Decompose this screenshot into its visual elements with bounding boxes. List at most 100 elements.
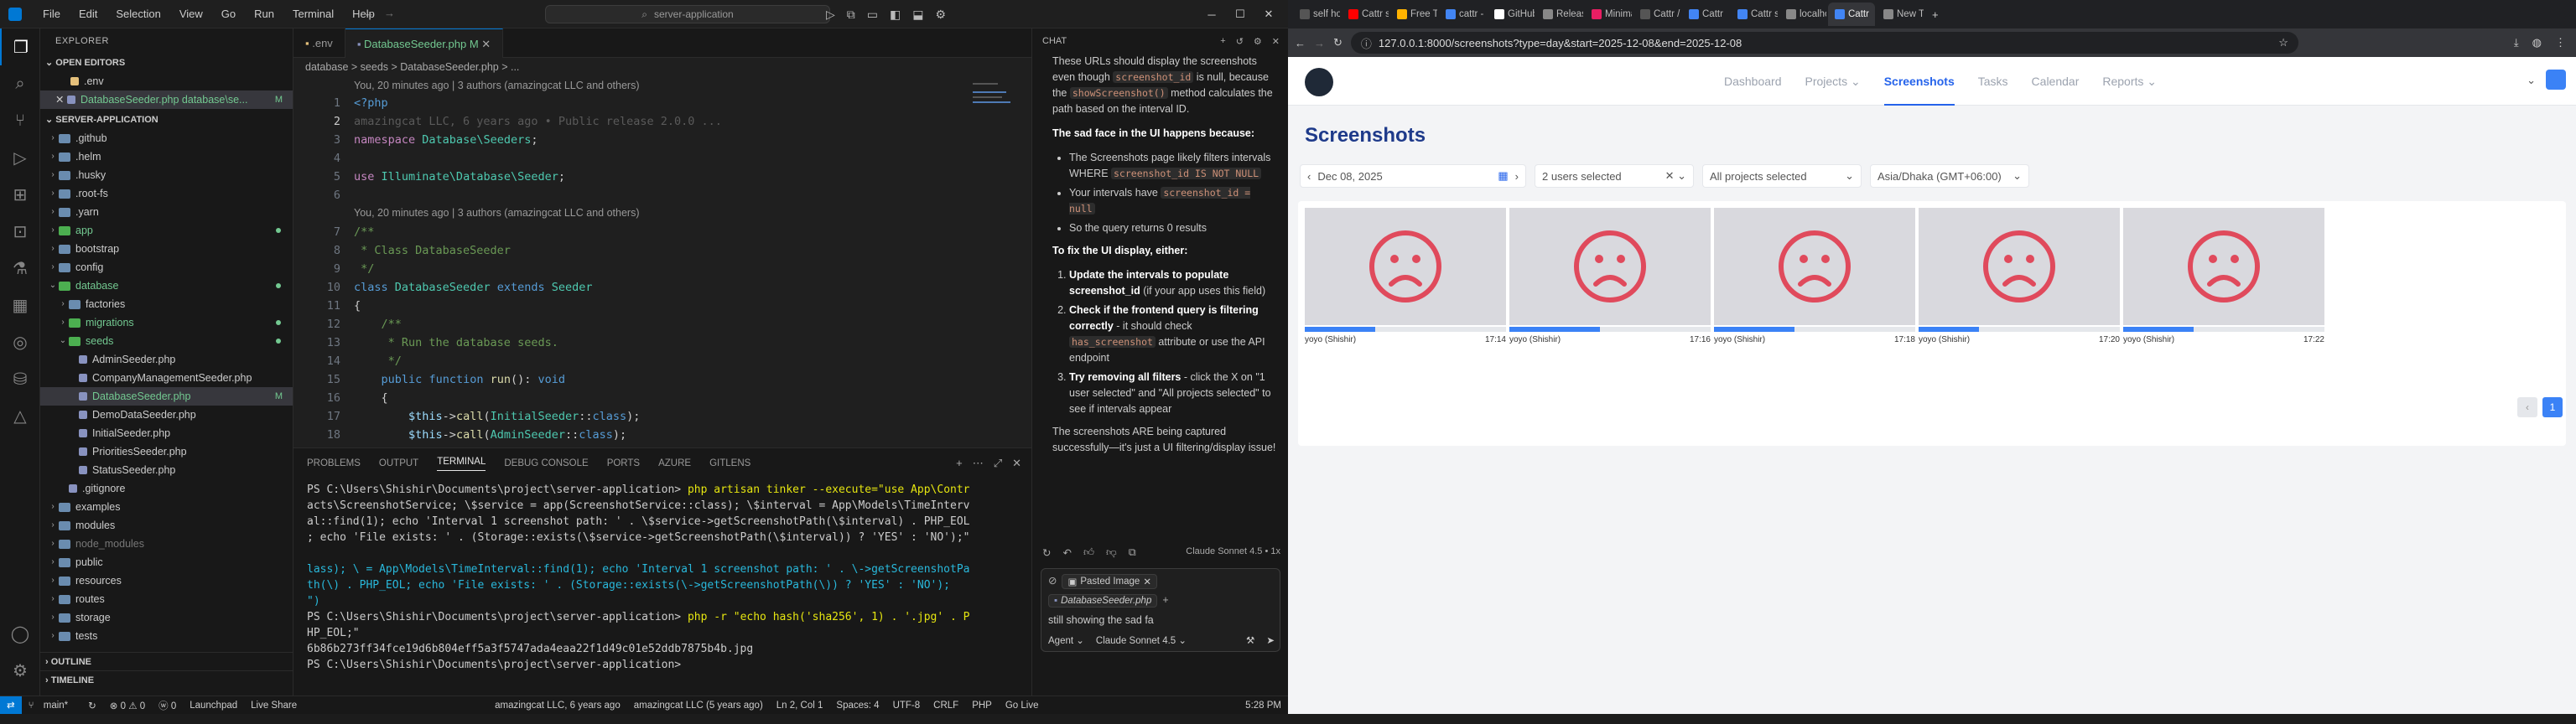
calendar-icon[interactable]: ▦	[1498, 169, 1508, 183]
tree-file[interactable]: InitialSeeder.php	[40, 424, 293, 442]
nav-reports[interactable]: Reports ⌄	[2102, 75, 2157, 89]
panel-tab-azure[interactable]: AZURE	[658, 458, 691, 468]
open-editor-databaseseeder[interactable]: ✕ DatabaseSeeder.php database\se... M	[40, 90, 293, 109]
menu-item-edit[interactable]: Edit	[70, 8, 106, 20]
screenshot-placeholder[interactable]	[1305, 208, 1506, 325]
close-icon[interactable]: ✕	[1272, 36, 1280, 47]
new-tab-icon[interactable]: +	[1932, 8, 1939, 21]
browser-tab[interactable]: New Tab	[1877, 3, 1924, 26]
remote-icon[interactable]: ⊡	[0, 213, 40, 250]
menu-icon[interactable]: ⋮	[2555, 36, 2566, 49]
launchpad-status[interactable]: Launchpad	[183, 701, 244, 711]
sync-icon[interactable]: ↻	[81, 700, 103, 711]
minimap[interactable]	[956, 76, 1031, 447]
settings-icon[interactable]: ⚙	[1254, 36, 1262, 47]
settings-icon[interactable]: ⚙	[935, 8, 946, 22]
panel-tab-debug-console[interactable]: DEBUG CONSOLE	[504, 458, 588, 468]
tree-file[interactable]: .gitignore	[40, 479, 293, 498]
tree-folder[interactable]: › factories	[40, 295, 293, 313]
url-field[interactable]: ⓘ 127.0.0.1:8000/screenshots?type=day&st…	[1350, 32, 2298, 54]
more-icon[interactable]: ⋯	[973, 457, 984, 470]
breadcrumb[interactable]: database > seeds > DatabaseSeeder.php > …	[293, 58, 1031, 76]
run-icon[interactable]: ▷	[826, 8, 835, 22]
retry-icon[interactable]: ↻	[1042, 546, 1051, 559]
page-1-button[interactable]: 1	[2542, 397, 2563, 417]
minimize-icon[interactable]: ─	[1197, 8, 1226, 21]
ports-status[interactable]: ⓦ 0	[152, 699, 183, 712]
close-panel-icon[interactable]: ✕	[1012, 457, 1021, 470]
remove-icon[interactable]: ✕	[1143, 576, 1151, 587]
tree-file[interactable]: AdminSeeder.php	[40, 350, 293, 369]
menu-item-view[interactable]: View	[170, 8, 212, 20]
panel-tab-ports[interactable]: PORTS	[607, 458, 640, 468]
testing-icon[interactable]: ⚗	[0, 250, 40, 287]
browser-tab[interactable]: Cattr self	[1342, 3, 1389, 26]
tree-folder[interactable]: › modules	[40, 516, 293, 535]
blame-status[interactable]: amazingcat LLC, 6 years ago	[488, 701, 627, 711]
screenshot-card[interactable]: yoyo (Shishir) 17:16	[1509, 208, 1711, 344]
tree-folder[interactable]: › tests	[40, 627, 293, 645]
nav-dashboard[interactable]: Dashboard	[1724, 75, 1782, 88]
add-context-icon[interactable]: +	[1162, 594, 1168, 608]
tab-databaseseeder[interactable]: ▪ DatabaseSeeder.php M ✕	[345, 28, 504, 58]
site-info-icon[interactable]: ⓘ	[1361, 35, 1372, 51]
bookmark-star-icon[interactable]: ☆	[2278, 36, 2288, 49]
send-icon[interactable]: ➤	[1266, 634, 1275, 646]
back-icon[interactable]: ←	[1295, 37, 1306, 49]
history-icon[interactable]: ↺	[1236, 36, 1244, 47]
clear-icon[interactable]: ✕ ⌄	[1665, 169, 1686, 183]
screenshot-card[interactable]: yoyo (Shishir) 17:20	[1919, 208, 2120, 344]
thumbs-up-icon[interactable]: 👍︎	[1083, 546, 1094, 559]
terminal-output[interactable]: PS C:\Users\Shishir\Documents\project\se…	[293, 478, 1031, 676]
cursor-position[interactable]: Ln 2, Col 1	[770, 701, 830, 711]
maximize-panel-icon[interactable]: ⤢	[994, 457, 1002, 470]
chat-input-box[interactable]: ⊘ ▣ Pasted Image ✕ ▪ DatabaseSeeder.php + s…	[1041, 568, 1280, 652]
run-debug-icon[interactable]: ▷	[0, 139, 40, 176]
prev-date-icon[interactable]: ‹	[1307, 170, 1311, 183]
timeline-header[interactable]: › TIMELINE	[40, 670, 293, 689]
attachment-chip[interactable]: ▣ Pasted Image ✕	[1062, 574, 1157, 589]
open-editor-env[interactable]: .env	[40, 72, 293, 90]
panel-tab-terminal[interactable]: TERMINAL	[437, 457, 486, 471]
azure-icon[interactable]: △	[0, 397, 40, 434]
tree-folder[interactable]: › migrations	[40, 313, 293, 332]
tree-file[interactable]: DemoDataSeeder.php	[40, 406, 293, 424]
panel-tab-gitlens[interactable]: GITLENS	[709, 458, 750, 468]
browser-tab[interactable]: Free Temp	[1390, 3, 1437, 26]
chat-input-text[interactable]: still showing the sad fa	[1041, 608, 1280, 626]
context-chip[interactable]: ▪ DatabaseSeeder.php	[1048, 594, 1158, 608]
browser-tab[interactable]: localhost	[1779, 3, 1826, 26]
chevron-down-icon[interactable]: ⌄	[2527, 74, 2536, 87]
tree-folder[interactable]: › .helm	[40, 147, 293, 166]
code-area[interactable]: You, 20 minutes ago | 3 authors (amazing…	[293, 76, 1031, 447]
tools-icon[interactable]: ⚒	[1246, 634, 1254, 646]
indent-status[interactable]: Spaces: 4	[829, 701, 886, 711]
reload-icon[interactable]: ↻	[1333, 36, 1343, 49]
search-view-icon[interactable]: ⌕	[0, 65, 40, 102]
screenshot-placeholder[interactable]	[1714, 208, 1915, 325]
layout-icon[interactable]: ▭	[867, 8, 878, 22]
menu-item-run[interactable]: Run	[245, 8, 283, 20]
timezone-select[interactable]: Asia/Dhaka (GMT+06:00) ⌄	[1870, 164, 2029, 188]
close-editor-icon[interactable]: ✕	[55, 90, 67, 109]
undo-icon[interactable]: ↶	[1062, 546, 1071, 559]
tree-folder[interactable]: › .yarn	[40, 203, 293, 221]
branch-status[interactable]: ⑂ main*	[22, 701, 82, 711]
app-logo[interactable]	[1305, 68, 1333, 96]
screenshot-card[interactable]: yoyo (Shishir) 17:22	[2123, 208, 2324, 344]
manage-icon[interactable]: ⚙	[0, 652, 40, 689]
browser-tab[interactable]: Releases	[1536, 3, 1583, 26]
next-date-icon[interactable]: ›	[1515, 170, 1519, 183]
panel-tab-problems[interactable]: PROBLEMS	[307, 458, 361, 468]
panel-tab-output[interactable]: OUTPUT	[379, 458, 418, 468]
browser-tab[interactable]: Minimal r	[1585, 3, 1632, 26]
tree-folder[interactable]: › node_modules	[40, 535, 293, 553]
tree-folder[interactable]: › app	[40, 221, 293, 240]
tree-folder[interactable]: › storage	[40, 608, 293, 627]
model-select[interactable]: Claude Sonnet 4.5 ⌄	[1096, 634, 1187, 646]
nav-tasks[interactable]: Tasks	[1978, 75, 2008, 88]
tree-file[interactable]: StatusSeeder.php	[40, 461, 293, 479]
menu-item-selection[interactable]: Selection	[106, 8, 169, 20]
nav-projects[interactable]: Projects ⌄	[1805, 75, 1861, 89]
tree-folder[interactable]: › .root-fs	[40, 184, 293, 203]
